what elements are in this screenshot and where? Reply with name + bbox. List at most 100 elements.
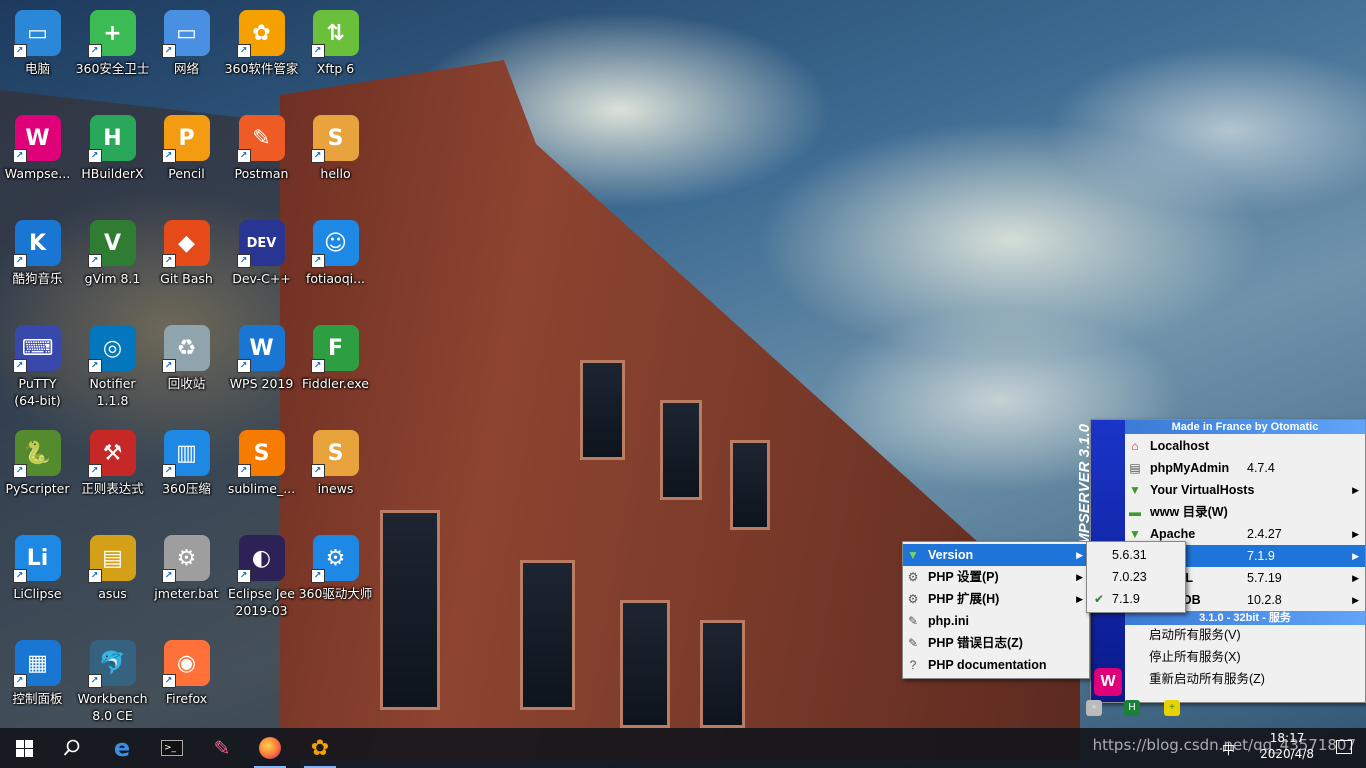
desktop-icon[interactable]: ▭ ↗ 网络 [149,2,224,102]
shortcut-arrow-icon: ↗ [12,674,27,688]
desktop-icon[interactable]: ⌨ ↗ PuTTY (64-bit) [0,317,75,417]
php-version-item[interactable]: ✔ 7.1.9 [1087,588,1185,610]
desktop-icon[interactable]: K ↗ 酷狗音乐 [0,212,75,312]
desktop-icon[interactable]: W ↗ Wampse... [0,107,75,207]
search-icon [63,739,80,756]
desktop-icon[interactable]: ▭ ↗ 电脑 [0,2,75,102]
firefox-taskbar-button[interactable] [246,728,294,768]
php-menu-item[interactable]: ✎ php.ini [903,610,1089,632]
usb-icon[interactable]: ▫ [1086,700,1102,716]
wamp-menu-item[interactable]: ▤ phpMyAdmin 4.7.4 [1125,457,1365,479]
desktop-icon[interactable]: DEV ↗ Dev-C++ [224,212,299,312]
app-icon: S ↗ [236,430,285,478]
menu-item-label: 重新启动所有服务(Z) [1149,672,1265,686]
desktop-icon[interactable]: ⚒ ↗ 正则表达式 [75,422,150,522]
desktop-icon[interactable]: ◎ ↗ Notifier 1.1.8 [75,317,150,417]
wamp-menu-item[interactable]: ▼ Your VirtualHosts ▶ [1125,479,1365,501]
desktop-icon[interactable]: ✿ ↗ 360软件管家 [224,2,299,102]
shortcut-arrow-icon: ↗ [310,44,325,58]
system-clock[interactable]: 18:17 2020/4/8 [1260,730,1314,762]
desktop-icon[interactable]: ◐ ↗ Eclipse Jee 2019-03 [224,527,299,627]
desktop-icon[interactable]: ⚙ ↗ 360驱动大师 [298,527,373,627]
windows-logo-icon [15,739,33,757]
shortcut-arrow-icon: ↗ [87,359,102,373]
hbuilder-tray-icon[interactable]: H [1124,700,1140,716]
desktop-icon-label: Pencil [168,166,205,181]
desktop-icon[interactable]: ▦ ↗ 控制面板 [0,632,75,732]
app-icon: F ↗ [310,325,359,373]
desktop-icon[interactable]: S ↗ hello [298,107,373,207]
360-tray-icon[interactable]: + [1164,700,1180,716]
submenu-arrow-icon: ▶ [1352,551,1359,561]
menu-item-label: PHP 错误日志(Z) [928,636,1023,650]
file-edit-icon: ✎ [907,636,919,650]
desktop-icon[interactable]: V ↗ gVim 8.1 [75,212,150,312]
search-button[interactable] [48,728,96,768]
menu-item-label: PHP 扩展(H) [928,592,1000,606]
desktop-icon[interactable]: H ↗ HBuilderX [75,107,150,207]
wamp-menu-item[interactable]: ▬ www 目录(W) [1125,501,1365,523]
menu-item-label: PHP documentation [928,658,1047,672]
desktop-icon[interactable]: S ↗ sublime_... [224,422,299,522]
desktop-icon[interactable]: W ↗ WPS 2019 [224,317,299,417]
edge-taskbar-button[interactable]: e [98,728,146,768]
paint-taskbar-button[interactable]: ✎ [198,728,246,768]
desktop-icon[interactable]: ▥ ↗ 360压缩 [149,422,224,522]
wamp-service-item[interactable]: 重新启动所有服务(Z) [1125,668,1365,690]
desktop-icon[interactable]: ⚙ ↗ jmeter.bat [149,527,224,627]
desktop-icon[interactable]: + ↗ 360安全卫士 [75,2,150,102]
php-menu-item[interactable]: ⚙ PHP 设置(P) ▶ [903,566,1089,588]
app-icon: ◎ ↗ [87,325,136,373]
desktop-icon[interactable]: ◆ ↗ Git Bash [149,212,224,312]
desktop-icon-label: Dev-C++ [232,271,291,286]
360-software-taskbar-button[interactable]: ✿ [296,728,344,768]
menu-item-label: phpMyAdmin [1150,461,1230,475]
desktop-icon[interactable]: 🐍 ↗ PyScripter [0,422,75,522]
app-icon: ♻ ↗ [161,325,210,373]
menu-item-label: Your VirtualHosts [1150,483,1255,497]
wallpaper-window [700,620,745,728]
wamp-service-item[interactable]: 停止所有服务(X) [1125,646,1365,668]
desktop-icon[interactable]: Li ↗ LiClipse [0,527,75,627]
php-menu-item[interactable]: ? PHP documentation [903,654,1089,676]
wamp-menu-item[interactable]: ⌂ Localhost [1125,435,1365,457]
php-menu-item[interactable]: ✎ PHP 错误日志(Z) [903,632,1089,654]
desktop-icon[interactable]: F ↗ Fiddler.exe [298,317,373,417]
wallpaper-window [730,440,770,530]
desktop-icon[interactable]: ✎ ↗ Postman [224,107,299,207]
desktop-icon[interactable]: 🐬 ↗ Workbench 8.0 CE [75,632,150,732]
wamp-service-item[interactable]: 启动所有服务(V) [1125,624,1365,646]
desktop-icon[interactable]: S ↗ inews [298,422,373,522]
php-menu-item[interactable]: ⚙ PHP 扩展(H) ▶ [903,588,1089,610]
desktop-icon[interactable]: ⇅ ↗ Xftp 6 [298,2,373,102]
shortcut-arrow-icon: ↗ [236,569,251,583]
clock-time: 18:17 [1269,731,1305,745]
php-version-item[interactable]: 7.0.23 [1087,566,1185,588]
notification-tray-overflow: ▫ H + [1084,700,1194,720]
notification-center-icon[interactable] [1336,740,1352,754]
desktop-icon-label: 酷狗音乐 [12,271,63,286]
wallpaper-window [580,360,625,460]
start-button[interactable] [0,728,48,768]
terminal-taskbar-button[interactable]: >_ [148,728,196,768]
desktop-icon[interactable]: P ↗ Pencil [149,107,224,207]
folder-icon: ▼ [907,548,919,562]
ime-indicator[interactable]: 中 [1222,739,1235,758]
php-menu-item[interactable]: ▼ Version ▶ [903,544,1089,566]
desktop-icon[interactable]: ◉ ↗ Firefox [149,632,224,732]
menu-header-services: 3.1.0 - 32bit - 服务 [1125,611,1365,625]
shortcut-arrow-icon: ↗ [161,359,176,373]
desktop: ▭ ↗ 电脑 + ↗ 360安全卫士 ▭ ↗ 网络 ✿ ↗ 360软件管家 ⇅ ↗ Xftp 6 W ↗ Wamp… [0,0,1366,768]
shortcut-arrow-icon: ↗ [236,149,251,163]
app-icon: ◆ ↗ [161,220,210,268]
desktop-icon[interactable]: ☺ ↗ fotiaoqi... [298,212,373,312]
menu-item-version: 2.4.27 [1247,527,1282,541]
php-version-item[interactable]: 5.6.31 [1087,544,1185,566]
shortcut-arrow-icon: ↗ [161,569,176,583]
desktop-icon[interactable]: ♻ ↗ 回收站 [149,317,224,417]
desktop-icon[interactable]: ▤ ↗ asus [75,527,150,627]
app-icon: ◉ ↗ [161,640,210,688]
edge-icon: e [113,734,131,762]
version-label: 7.0.23 [1112,570,1147,584]
app-icon: ◐ ↗ [236,535,285,583]
